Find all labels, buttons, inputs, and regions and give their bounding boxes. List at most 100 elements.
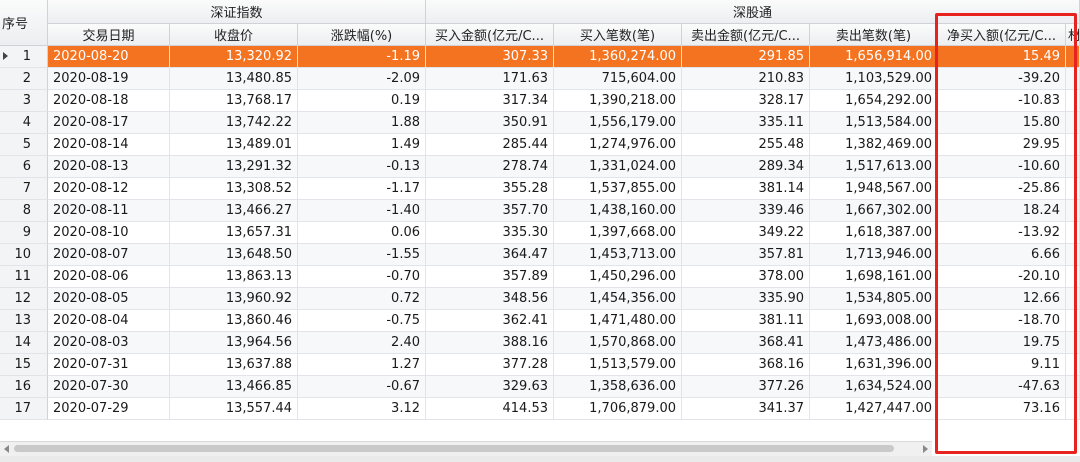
cell-net-buy[interactable]: -10.60	[938, 156, 1066, 178]
cell-change[interactable]: 1.27	[298, 354, 426, 376]
cell-net-buy[interactable]: 15.49	[938, 46, 1066, 68]
scrollbar-thumb[interactable]	[14, 445, 894, 452]
cell-sell-amount[interactable]: 328.17	[682, 90, 810, 112]
header-cut-column[interactable]: 材	[1066, 24, 1080, 46]
cell-net-buy[interactable]: -39.20	[938, 68, 1066, 90]
cell-net-buy[interactable]: 73.16	[938, 398, 1066, 420]
table-row[interactable]: 16 2020-07-30 13,466.85 -0.67 329.63 1,358,63…	[0, 376, 1080, 398]
cell-sell-amount[interactable]: 368.41	[682, 332, 810, 354]
cell-buy-count[interactable]: 1,360,274.00	[554, 46, 682, 68]
table-row[interactable]: 8 2020-08-11 13,466.27 -1.40 357.70 1,438,160…	[0, 200, 1080, 222]
cell-buy-count[interactable]: 1,570,868.00	[554, 332, 682, 354]
cell-buy-amount[interactable]: 348.56	[426, 288, 554, 310]
cell-sell-count[interactable]: 1,654,292.00	[810, 90, 938, 112]
cell-cut-column[interactable]	[1066, 90, 1080, 112]
cell-sell-count[interactable]: 1,513,584.00	[810, 112, 938, 134]
cell-buy-amount[interactable]: 364.47	[426, 244, 554, 266]
cell-change[interactable]: 1.49	[298, 134, 426, 156]
cell-close[interactable]: 13,863.13	[170, 266, 298, 288]
table-row[interactable]: 5 2020-08-14 13,489.01 1.49 285.44 1,274,976.…	[0, 134, 1080, 156]
cell-net-buy[interactable]: 12.66	[938, 288, 1066, 310]
table-row[interactable]: 13 2020-08-04 13,860.46 -0.75 362.41 1,471,48…	[0, 310, 1080, 332]
cell-cut-column[interactable]	[1066, 222, 1080, 244]
cell-change[interactable]: -0.75	[298, 310, 426, 332]
cell-change[interactable]: 1.88	[298, 112, 426, 134]
cell-change[interactable]: -2.09	[298, 68, 426, 90]
scroll-left-icon[interactable]	[4, 445, 9, 453]
table-row[interactable]: 10 2020-08-07 13,648.50 -1.55 364.47 1,453,71…	[0, 244, 1080, 266]
cell-net-buy[interactable]: -10.83	[938, 90, 1066, 112]
cell-date[interactable]: 2020-08-20	[48, 46, 170, 68]
cell-buy-count[interactable]: 1,390,218.00	[554, 90, 682, 112]
cell-date[interactable]: 2020-08-06	[48, 266, 170, 288]
cell-cut-column[interactable]	[1066, 288, 1080, 310]
table-row[interactable]: 12 2020-08-05 13,960.92 0.72 348.56 1,454,356…	[0, 288, 1080, 310]
row-index[interactable]: 7	[0, 178, 48, 200]
cell-net-buy[interactable]: -13.92	[938, 222, 1066, 244]
cell-cut-column[interactable]	[1066, 112, 1080, 134]
cell-buy-count[interactable]: 1,513,579.00	[554, 354, 682, 376]
cell-buy-amount[interactable]: 285.44	[426, 134, 554, 156]
table-row[interactable]: 4 2020-08-17 13,742.22 1.88 350.91 1,556,179.…	[0, 112, 1080, 134]
table-row[interactable]: 17 2020-07-29 13,557.44 3.12 414.53 1,706,879…	[0, 398, 1080, 420]
cell-sell-amount[interactable]: 210.83	[682, 68, 810, 90]
cell-sell-count[interactable]: 1,713,946.00	[810, 244, 938, 266]
cell-buy-amount[interactable]: 362.41	[426, 310, 554, 332]
data-grid[interactable]: 序号 深证指数 深股通 交易日期 收盘价 涨跌幅(%) 买入金额(亿元/C...…	[0, 0, 1080, 462]
table-row[interactable]: 1 2020-08-20 13,320.92 -1.19 307.33 1,360,274…	[0, 46, 1080, 68]
cell-cut-column[interactable]	[1066, 68, 1080, 90]
cell-net-buy[interactable]: 18.24	[938, 200, 1066, 222]
cell-sell-amount[interactable]: 381.14	[682, 178, 810, 200]
cell-change[interactable]: 3.12	[298, 398, 426, 420]
header-sell-count[interactable]: 卖出笔数(笔)	[810, 24, 938, 46]
cell-cut-column[interactable]	[1066, 354, 1080, 376]
cell-date[interactable]: 2020-08-10	[48, 222, 170, 244]
scroll-right-icon[interactable]	[923, 445, 928, 453]
table-row[interactable]: 15 2020-07-31 13,637.88 1.27 377.28 1,513,579…	[0, 354, 1080, 376]
cell-net-buy[interactable]: -20.10	[938, 266, 1066, 288]
cell-date[interactable]: 2020-08-18	[48, 90, 170, 112]
cell-sell-amount[interactable]: 255.48	[682, 134, 810, 156]
header-seq[interactable]: 序号	[0, 0, 48, 46]
cell-buy-amount[interactable]: 357.89	[426, 266, 554, 288]
cell-change[interactable]: 0.72	[298, 288, 426, 310]
cell-close[interactable]: 13,860.46	[170, 310, 298, 332]
row-index[interactable]: 8	[0, 200, 48, 222]
row-index[interactable]: 5	[0, 134, 48, 156]
cell-cut-column[interactable]	[1066, 156, 1080, 178]
header-net-buy[interactable]: 净买入额(亿元/C...	[938, 24, 1066, 46]
cell-close[interactable]: 13,291.32	[170, 156, 298, 178]
header-change[interactable]: 涨跌幅(%)	[298, 24, 426, 46]
cell-net-buy[interactable]: 29.95	[938, 134, 1066, 156]
cell-sell-amount[interactable]: 349.22	[682, 222, 810, 244]
cell-change[interactable]: -1.55	[298, 244, 426, 266]
cell-sell-count[interactable]: 1,517,613.00	[810, 156, 938, 178]
cell-buy-amount[interactable]: 335.30	[426, 222, 554, 244]
cell-change[interactable]: 0.06	[298, 222, 426, 244]
cell-close[interactable]: 13,480.85	[170, 68, 298, 90]
cell-cut-column[interactable]	[1066, 244, 1080, 266]
cell-buy-amount[interactable]: 388.16	[426, 332, 554, 354]
table-row[interactable]: 7 2020-08-12 13,308.52 -1.17 355.28 1,537,855…	[0, 178, 1080, 200]
cell-sell-count[interactable]: 1,382,469.00	[810, 134, 938, 156]
cell-date[interactable]: 2020-08-07	[48, 244, 170, 266]
cell-close[interactable]: 13,466.85	[170, 376, 298, 398]
cell-cut-column[interactable]	[1066, 310, 1080, 332]
cell-buy-amount[interactable]: 171.63	[426, 68, 554, 90]
cell-cut-column[interactable]	[1066, 398, 1080, 420]
cell-buy-count[interactable]: 1,556,179.00	[554, 112, 682, 134]
cell-net-buy[interactable]: -25.86	[938, 178, 1066, 200]
cell-buy-count[interactable]: 715,604.00	[554, 68, 682, 90]
cell-date[interactable]: 2020-07-31	[48, 354, 170, 376]
cell-sell-count[interactable]: 1,667,302.00	[810, 200, 938, 222]
cell-close[interactable]: 13,637.88	[170, 354, 298, 376]
row-index[interactable]: 9	[0, 222, 48, 244]
cell-cut-column[interactable]	[1066, 376, 1080, 398]
cell-net-buy[interactable]: 15.80	[938, 112, 1066, 134]
cell-cut-column[interactable]	[1066, 266, 1080, 288]
row-index[interactable]: 13	[0, 310, 48, 332]
table-row[interactable]: 9 2020-08-10 13,657.31 0.06 335.30 1,397,668.…	[0, 222, 1080, 244]
cell-close[interactable]: 13,657.31	[170, 222, 298, 244]
row-index[interactable]: 11	[0, 266, 48, 288]
cell-date[interactable]: 2020-08-11	[48, 200, 170, 222]
